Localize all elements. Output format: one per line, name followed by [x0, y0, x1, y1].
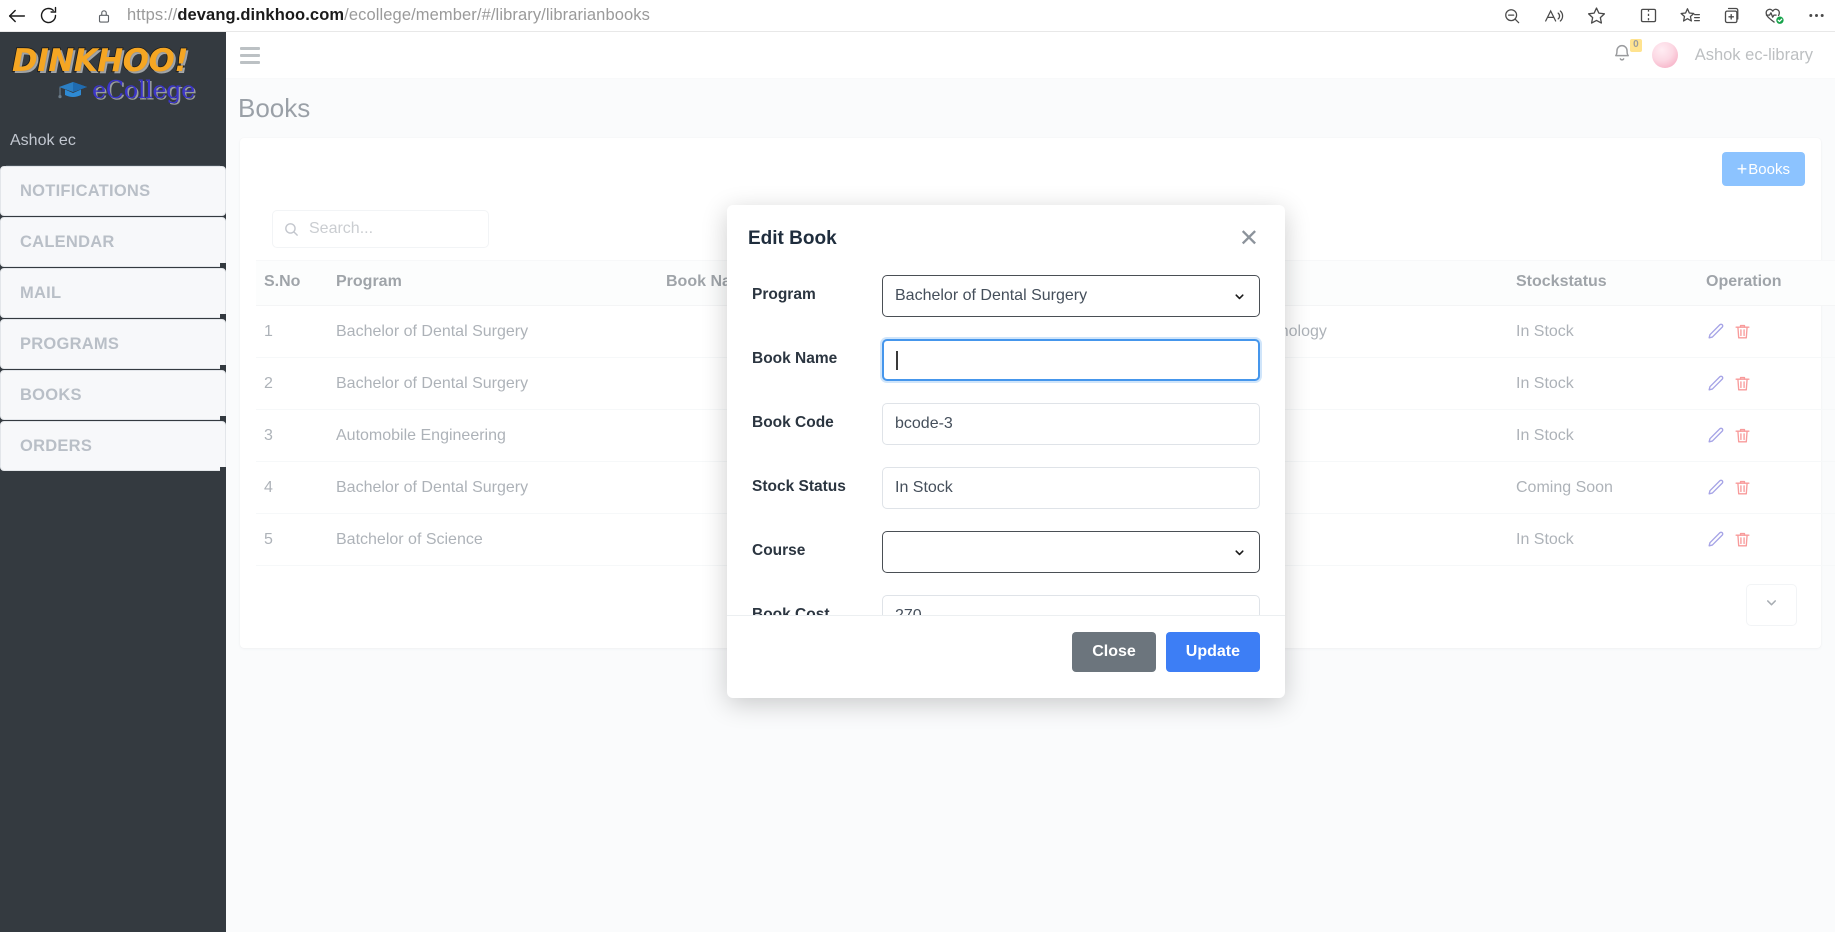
url-path: /ecollege/member/#/library/librarianbook…	[344, 6, 650, 24]
book-cost-value: 270	[895, 607, 922, 615]
collections-icon[interactable]	[1711, 0, 1753, 31]
form-row-course: Course	[752, 531, 1260, 573]
main-area: 0 Ashok ec-library Books +Books	[226, 32, 1835, 932]
graduation-cap-icon	[56, 79, 90, 101]
sidebar-item-notifications[interactable]: NOTIFICATIONS	[0, 166, 226, 216]
read-aloud-icon[interactable]	[1533, 0, 1575, 31]
brand-subtitle: eCollege	[92, 76, 195, 104]
close-icon[interactable]: ✕	[1237, 227, 1261, 251]
close-button[interactable]: Close	[1072, 632, 1156, 672]
sidebar-item-label: NOTIFICATIONS	[20, 181, 151, 200]
label-stock-status: Stock Status	[752, 478, 846, 495]
edit-book-modal: Edit Book ✕ Program Bachelor of Dental S…	[727, 205, 1285, 698]
sidebar-item-calendar[interactable]: CALENDAR	[0, 217, 229, 268]
app-root: DINKHOO! eCollege Ashok ec NOTIFICATIONS…	[0, 32, 1835, 932]
sidebar-item-label: MAIL	[20, 283, 62, 302]
program-select[interactable]: Bachelor of Dental Surgery	[882, 275, 1260, 317]
sidebar-item-label: PROGRAMS	[20, 334, 120, 353]
form-row-stock-status: Stock Status In Stock	[752, 467, 1260, 509]
url-scheme: https://	[127, 6, 178, 24]
label-book-name: Book Name	[752, 350, 838, 367]
modal-title: Edit Book	[748, 228, 837, 249]
modal-header: Edit Book ✕	[727, 205, 1285, 267]
url-text: https://devang.dinkhoo.com/ecollege/memb…	[127, 6, 650, 25]
label-book-code: Book Code	[752, 414, 834, 431]
chevron-down-icon	[1233, 290, 1246, 303]
settings-more-icon[interactable]	[1795, 0, 1835, 31]
label-book-cost: Book Cost	[752, 606, 830, 615]
split-screen-icon[interactable]	[1627, 0, 1669, 31]
browser-toolbar-icons	[1491, 0, 1835, 31]
sidebar-nav: NOTIFICATIONS CALENDAR MAIL PROGRAMS BOO…	[0, 166, 229, 472]
course-select[interactable]	[882, 531, 1260, 573]
browser-toolbar: https://devang.dinkhoo.com/ecollege/memb…	[0, 0, 1835, 31]
chevron-down-icon	[1233, 546, 1246, 559]
brand-subtitle-row: eCollege	[56, 78, 214, 102]
form-row-book-name: Book Name	[752, 339, 1260, 381]
sidebar-item-label: BOOKS	[20, 385, 82, 404]
stock-status-value: In Stock	[895, 479, 953, 496]
form-row-book-code: Book Code bcode-3	[752, 403, 1260, 445]
brand-title: DINKHOO!	[11, 43, 189, 79]
favorite-star-icon[interactable]	[1575, 0, 1617, 31]
update-button[interactable]: Update	[1165, 632, 1260, 672]
back-arrow-icon[interactable]	[6, 0, 28, 31]
sidebar-item-mail[interactable]: MAIL	[0, 268, 229, 319]
sidebar-item-programs[interactable]: PROGRAMS	[0, 319, 229, 370]
sidebar-item-orders[interactable]: ORDERS	[0, 421, 229, 472]
label-program: Program	[752, 286, 816, 303]
modal-footer: Close Update	[727, 615, 1285, 698]
sidebar-item-books[interactable]: BOOKS	[0, 370, 229, 421]
book-code-value: bcode-3	[895, 415, 953, 432]
modal-body: Program Bachelor of Dental Surgery Book …	[727, 267, 1285, 615]
program-select-value: Bachelor of Dental Surgery	[895, 287, 1088, 304]
address-bar[interactable]: https://devang.dinkhoo.com/ecollege/memb…	[81, 0, 1491, 31]
lock-icon	[95, 7, 113, 25]
book-name-input[interactable]	[882, 339, 1260, 381]
browser-essentials-icon[interactable]	[1753, 0, 1795, 31]
favorites-icon[interactable]	[1669, 0, 1711, 31]
reload-icon[interactable]	[38, 0, 59, 31]
text-cursor	[896, 350, 898, 370]
book-code-input[interactable]: bcode-3	[882, 403, 1260, 445]
sidebar-item-label: ORDERS	[20, 436, 93, 455]
sidebar-item-label: CALENDAR	[20, 232, 115, 251]
sidebar-user-name: Ashok ec	[10, 132, 76, 149]
form-row-book-cost: Book Cost 270	[752, 595, 1260, 615]
book-cost-input[interactable]: 270	[882, 595, 1260, 615]
zoom-out-icon[interactable]	[1491, 0, 1533, 31]
stock-status-input[interactable]: In Stock	[882, 467, 1260, 509]
sidebar: DINKHOO! eCollege Ashok ec NOTIFICATIONS…	[0, 32, 229, 932]
url-host: devang.dinkhoo.com	[177, 6, 345, 24]
brand-block[interactable]: DINKHOO! eCollege	[0, 32, 226, 118]
label-course: Course	[752, 542, 806, 559]
brand-logo: DINKHOO! eCollege	[11, 43, 214, 102]
form-row-program: Program Bachelor of Dental Surgery	[752, 275, 1260, 317]
